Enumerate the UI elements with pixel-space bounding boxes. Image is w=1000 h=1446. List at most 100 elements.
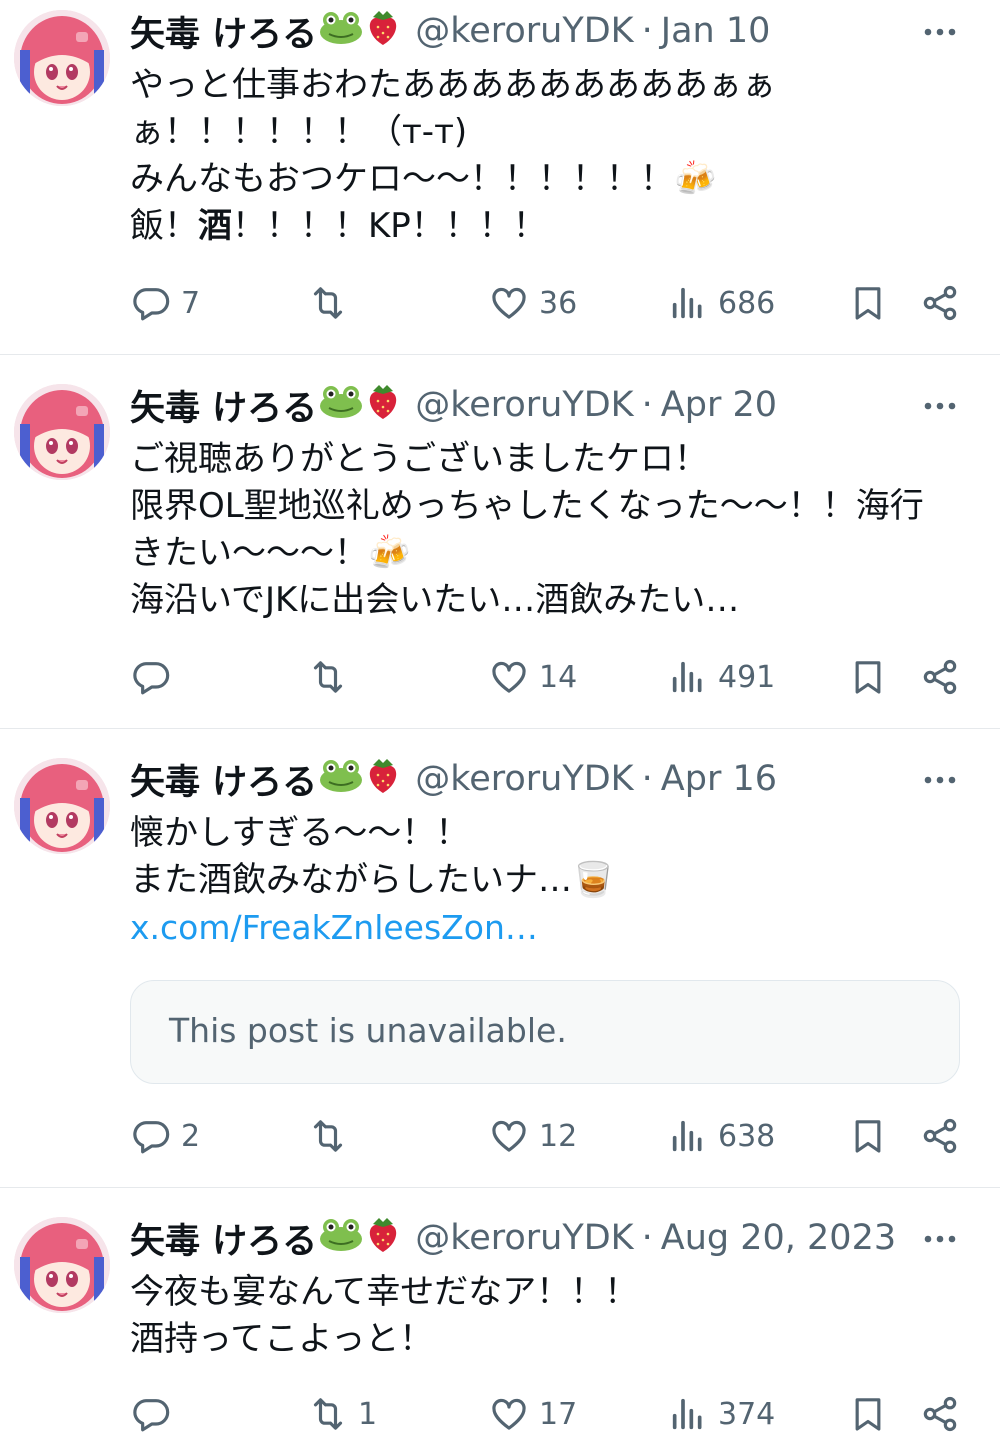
avatar-image bbox=[14, 384, 110, 480]
strawberry-icon bbox=[365, 7, 401, 56]
strawberry-icon bbox=[365, 755, 401, 804]
retweet-icon bbox=[313, 661, 343, 693]
reply-button[interactable]: 7 bbox=[131, 278, 200, 328]
views-button[interactable]: 686 bbox=[668, 278, 775, 328]
tweet-text-line: 酒持ってこよっと！ bbox=[130, 1319, 434, 1359]
more-icon bbox=[924, 1235, 956, 1243]
user-handle[interactable]: @keroruYDK bbox=[415, 11, 633, 51]
tweet-date[interactable]: Apr 20 bbox=[661, 385, 777, 425]
avatar-image bbox=[14, 10, 110, 106]
tweet-text-line: 飯！酒！！！！KP！！！！ bbox=[130, 203, 970, 250]
retweet-button[interactable] bbox=[308, 652, 358, 702]
share-button[interactable] bbox=[920, 278, 960, 328]
reply-button[interactable]: 2 bbox=[131, 1111, 200, 1161]
tweet-text-line: また酒飲みながらしたいナ…🥃 bbox=[130, 860, 615, 900]
bookmark-icon bbox=[855, 1398, 881, 1431]
more-icon bbox=[924, 402, 956, 410]
view-count: 638 bbox=[718, 1118, 776, 1154]
more-button[interactable] bbox=[920, 762, 960, 798]
bookmark-button[interactable] bbox=[848, 652, 888, 702]
share-icon bbox=[923, 1118, 957, 1154]
user-handle[interactable]: @keroruYDK bbox=[415, 759, 633, 799]
display-name[interactable]: 矢毒 けろる bbox=[130, 754, 317, 805]
bookmark-icon bbox=[855, 287, 881, 320]
tweet-text-line: きたい〜〜〜！🍻 bbox=[130, 533, 411, 573]
retweet-button[interactable]: 1 bbox=[308, 1389, 377, 1439]
quoted-post-unavailable[interactable]: This post is unavailable. bbox=[130, 980, 960, 1084]
bookmark-button[interactable] bbox=[848, 1111, 888, 1161]
tweet[interactable]: 矢毒 けろる @keroruYDK · Apr 16 懐かしすぎる〜〜！！ また… bbox=[0, 748, 1000, 1188]
avatar[interactable] bbox=[14, 758, 110, 854]
view-count: 491 bbox=[718, 659, 776, 695]
tweet-header: 矢毒 けろる @keroruYDK · Jan 10 bbox=[130, 6, 771, 57]
views-icon bbox=[672, 287, 702, 319]
share-icon bbox=[923, 285, 957, 321]
like-button[interactable]: 17 bbox=[489, 1389, 577, 1439]
views-icon bbox=[672, 1120, 702, 1152]
user-handle[interactable]: @keroruYDK bbox=[415, 1218, 633, 1258]
views-icon bbox=[672, 1398, 702, 1430]
tweet-text-line: 限界OL聖地巡礼めっちゃしたくなった〜〜！！海行 bbox=[130, 486, 924, 526]
like-count: 36 bbox=[539, 285, 578, 321]
share-icon bbox=[923, 1396, 957, 1432]
tweet-date[interactable]: Jan 10 bbox=[661, 11, 771, 51]
view-count: 686 bbox=[718, 285, 776, 321]
text-segment: ！！！！KP！！！！ bbox=[232, 206, 547, 246]
tweet[interactable]: 矢毒 けろる @keroruYDK · Jan 10 やっと仕事おわたあああああ… bbox=[0, 0, 1000, 355]
user-handle[interactable]: @keroruYDK bbox=[415, 385, 633, 425]
like-icon bbox=[492, 661, 526, 693]
like-button[interactable]: 12 bbox=[489, 1111, 577, 1161]
tweet-link[interactable]: x.com/FreakZnleesZon… bbox=[130, 904, 970, 951]
tweet-text-line: ご視聴ありがとうございましたケロ！ bbox=[130, 439, 708, 479]
retweet-icon bbox=[313, 1398, 343, 1430]
avatar[interactable] bbox=[14, 384, 110, 480]
bookmark-button[interactable] bbox=[848, 278, 888, 328]
views-button[interactable]: 374 bbox=[668, 1389, 775, 1439]
retweet-button[interactable] bbox=[308, 1111, 358, 1161]
avatar[interactable] bbox=[14, 1217, 110, 1313]
reply-button[interactable] bbox=[131, 652, 181, 702]
reply-button[interactable] bbox=[131, 1389, 181, 1439]
separator: · bbox=[641, 759, 653, 799]
text-segment: 飯！ bbox=[130, 206, 198, 246]
tweet-text-line: 海沿いでJKに出会いたい…酒飲みたい… bbox=[130, 580, 740, 620]
tweet-date[interactable]: Aug 20, 2023 bbox=[661, 1218, 896, 1258]
tweet-date[interactable]: Apr 16 bbox=[661, 759, 777, 799]
share-button[interactable] bbox=[920, 652, 960, 702]
display-name[interactable]: 矢毒 けろる bbox=[130, 6, 317, 57]
more-button[interactable] bbox=[920, 1221, 960, 1257]
frog-face-icon bbox=[319, 758, 363, 801]
tweet-text-line: 懐かしすぎる〜〜！！ bbox=[130, 813, 470, 853]
like-button[interactable]: 14 bbox=[489, 652, 577, 702]
more-button[interactable] bbox=[920, 14, 960, 50]
view-count: 374 bbox=[718, 1396, 776, 1432]
tweet-text: 今夜も宴なんて幸せだなア！！！ 酒持ってこよっと！ bbox=[130, 1269, 970, 1363]
tweet-text: やっと仕事おわたあああああああああぁぁ ぁ！！！！！！（т-т) みんなもおつケ… bbox=[130, 62, 970, 250]
display-name[interactable]: 矢毒 けろる bbox=[130, 380, 317, 431]
tweet-text-line: やっと仕事おわたあああああああああぁぁ bbox=[130, 65, 776, 105]
reply-count: 7 bbox=[181, 285, 201, 321]
avatar-image bbox=[14, 1217, 110, 1313]
like-count: 14 bbox=[539, 659, 578, 695]
bold-text: 酒 bbox=[198, 206, 232, 246]
share-button[interactable] bbox=[920, 1389, 960, 1439]
action-bar: 14 491 bbox=[0, 652, 1000, 702]
bookmark-button[interactable] bbox=[848, 1389, 888, 1439]
share-button[interactable] bbox=[920, 1111, 960, 1161]
more-button[interactable] bbox=[920, 388, 960, 424]
like-button[interactable]: 36 bbox=[489, 278, 577, 328]
views-button[interactable]: 491 bbox=[668, 652, 775, 702]
like-icon bbox=[492, 287, 526, 319]
tweet[interactable]: 矢毒 けろる @keroruYDK · Aug 20, 2023 今夜も宴なんて… bbox=[0, 1207, 1000, 1446]
action-bar: 1 17 374 bbox=[0, 1389, 1000, 1439]
separator: · bbox=[641, 1218, 653, 1258]
retweet-button[interactable] bbox=[308, 278, 358, 328]
like-count: 12 bbox=[539, 1118, 578, 1154]
bookmark-icon bbox=[855, 1120, 881, 1153]
display-name[interactable]: 矢毒 けろる bbox=[130, 1213, 317, 1264]
frog-face-icon bbox=[319, 1217, 363, 1260]
tweet-header: 矢毒 けろる @keroruYDK · Apr 16 bbox=[130, 754, 777, 805]
avatar[interactable] bbox=[14, 10, 110, 106]
views-button[interactable]: 638 bbox=[668, 1111, 775, 1161]
tweet[interactable]: 矢毒 けろる @keroruYDK · Apr 20 ご視聴ありがとうございまし… bbox=[0, 374, 1000, 729]
